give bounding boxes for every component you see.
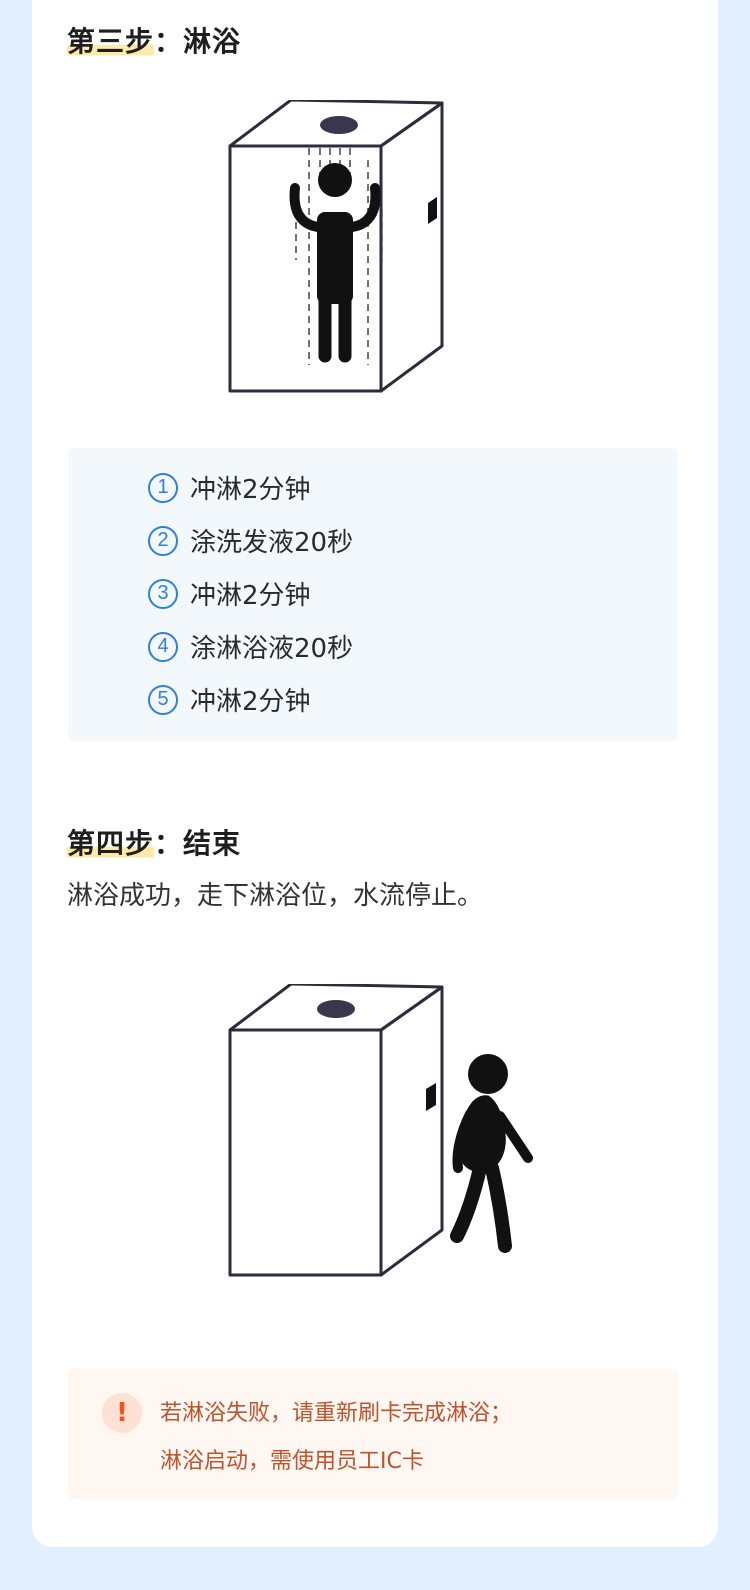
step-text: 涂洗发液20秒 bbox=[190, 528, 354, 558]
shower-head-icon bbox=[317, 1000, 355, 1018]
step-text: 冲淋2分钟 bbox=[190, 475, 311, 505]
step-text: 冲淋2分钟 bbox=[190, 687, 311, 717]
step-number-badge: 5 bbox=[148, 684, 178, 715]
step-number-badge: 1 bbox=[148, 472, 178, 503]
content-card: 第三步：淋浴 1 冲淋2分钟 2 涂洗发液20秒 3 冲淋2分钟 4 涂淋浴液2… bbox=[32, 0, 718, 1547]
step3-title-prefix: 第三步 bbox=[67, 25, 155, 58]
step-text: 冲淋2分钟 bbox=[190, 581, 311, 611]
step-number-badge: 2 bbox=[148, 525, 178, 556]
card-reader-icon bbox=[428, 197, 437, 224]
step4-description: 淋浴成功，走下淋浴位，水流停止。 bbox=[67, 881, 484, 911]
list-item: 2 涂洗发液20秒 bbox=[148, 522, 353, 559]
list-item: 3 冲淋2分钟 bbox=[148, 575, 311, 612]
step-number-badge: 3 bbox=[148, 578, 178, 609]
step4-title-prefix: 第四步 bbox=[67, 827, 155, 860]
exit-booth-illustration bbox=[228, 984, 533, 1277]
shower-booth-illustration bbox=[228, 100, 444, 393]
step4-title-rest: ：结束 bbox=[154, 827, 242, 860]
showering-person-icon bbox=[289, 163, 381, 363]
booth-side-face bbox=[379, 985, 444, 1277]
notice-box: ! 若淋浴失败，请重新刷卡完成淋浴； 淋浴启动，需使用员工IC卡 bbox=[68, 1368, 678, 1499]
list-item: 1 冲淋2分钟 bbox=[148, 469, 311, 506]
booth-side-face bbox=[379, 101, 444, 393]
step3-title: 第三步：淋浴 bbox=[67, 20, 241, 60]
notice-line-2: 淋浴启动，需使用员工IC卡 bbox=[160, 1449, 424, 1474]
exclamation-icon: ! bbox=[102, 1393, 142, 1433]
booth-front-face bbox=[228, 1028, 383, 1277]
notice-line-1: 若淋浴失败，请重新刷卡完成淋浴； bbox=[160, 1401, 513, 1426]
step-number-badge: 4 bbox=[148, 631, 178, 662]
shower-steps-box: 1 冲淋2分钟 2 涂洗发液20秒 3 冲淋2分钟 4 涂淋浴液20秒 5 冲淋… bbox=[68, 448, 678, 741]
booth-front-face bbox=[228, 144, 383, 393]
walking-person-icon bbox=[450, 1054, 533, 1253]
card-reader-icon bbox=[426, 1083, 436, 1111]
list-item: 4 涂淋浴液20秒 bbox=[148, 628, 353, 665]
list-item: 5 冲淋2分钟 bbox=[148, 681, 311, 718]
step3-title-rest: ：淋浴 bbox=[154, 25, 242, 58]
step-text: 涂淋浴液20秒 bbox=[190, 634, 354, 664]
shower-head-icon bbox=[320, 116, 358, 134]
step4-title: 第四步：结束 bbox=[67, 822, 241, 862]
